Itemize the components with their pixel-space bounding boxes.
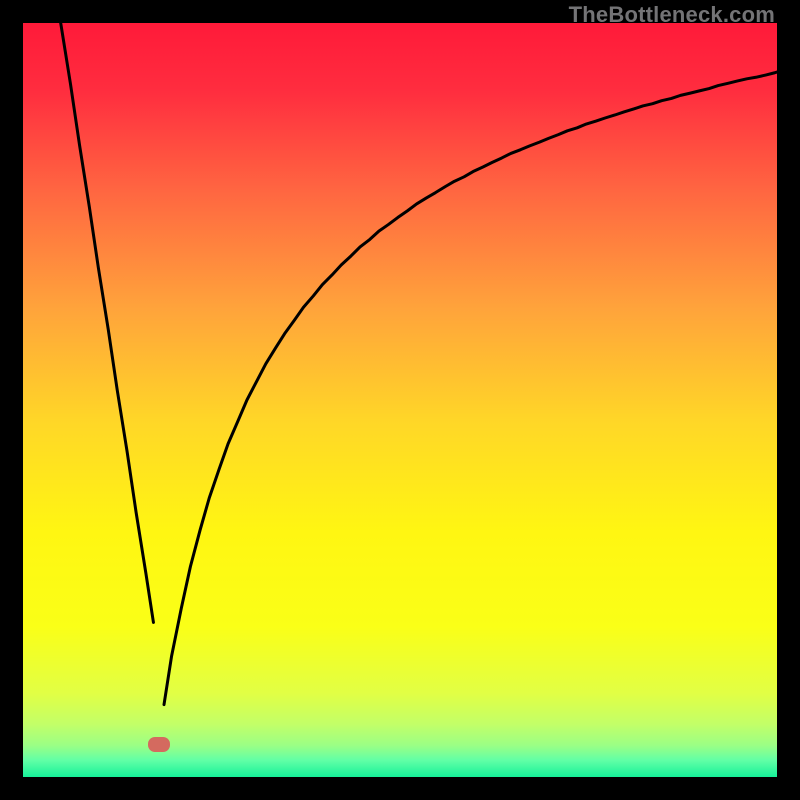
chart-svg xyxy=(23,23,777,777)
trough-marker xyxy=(148,737,170,751)
gradient-background xyxy=(23,23,777,777)
chart-frame: TheBottleneck.com xyxy=(0,0,800,800)
chart-plot-area xyxy=(23,23,777,777)
